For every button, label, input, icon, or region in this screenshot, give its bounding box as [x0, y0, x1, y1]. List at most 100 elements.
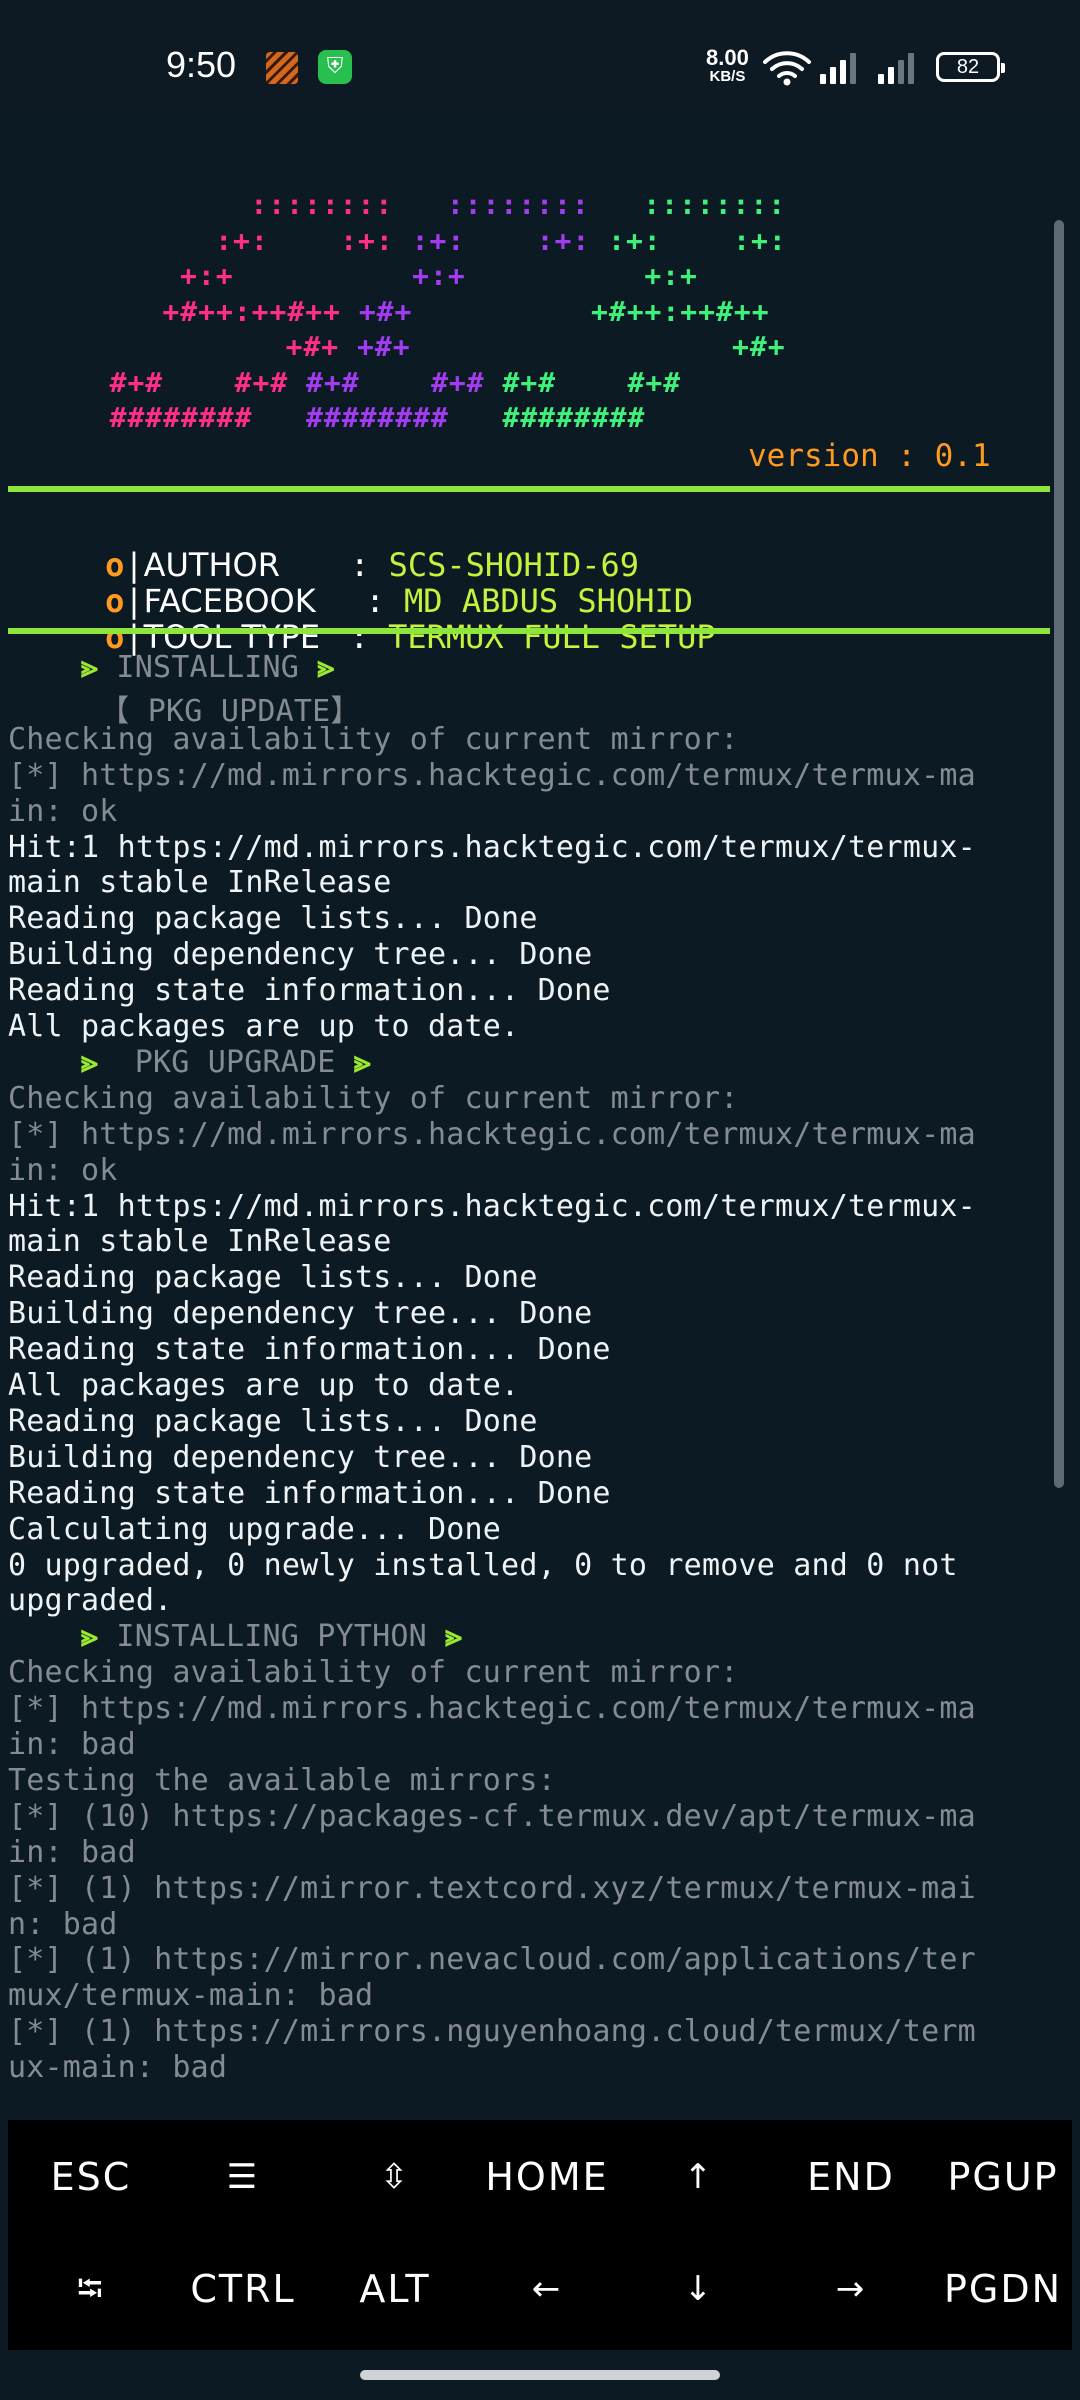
ascii-art-segment — [466, 259, 645, 292]
terminal-line: Reading package lists... Done — [8, 901, 538, 937]
ascii-art-segment: #+# — [306, 365, 360, 399]
ascii-art-segment: #+# — [109, 365, 164, 399]
ascii-art-segment — [556, 366, 627, 399]
extra-keys-bar: ESC ☰ ⇳ HOME ↑ END PGUP ⭾ CTRL ALT ← ↓ → PGDN — [8, 2120, 1072, 2350]
terminal-line: Checking availability of current mirror: — [8, 1655, 739, 1691]
terminal-line: Building dependency tree... Done — [8, 1439, 593, 1475]
ascii-art-segment — [288, 366, 306, 399]
menu-key[interactable]: ☰ — [168, 2122, 318, 2232]
ascii-art-segment — [412, 295, 591, 328]
ascii-art-row: :+: :+: :+: :+: :+: :+: — [215, 224, 787, 257]
ascii-art-row: +#+ +#+ +#+ — [286, 330, 786, 363]
ascii-art-segment: ######## — [109, 401, 253, 434]
terminal-line: Checking availability of current mirror: — [8, 1080, 739, 1116]
ascii-art-segment: +#+ — [285, 330, 340, 363]
terminal-line: All packages are up to date. — [8, 1009, 520, 1044]
pgup-key[interactable]: PGUP — [928, 2122, 1078, 2232]
terminal-line: n: bad — [8, 1906, 118, 1942]
ascii-art-row: #+# #+# #+# #+# #+# #+# — [110, 366, 682, 399]
divider-bottom — [8, 628, 1050, 634]
ascii-art-segment — [394, 224, 412, 257]
ascii-art-segment — [590, 188, 644, 221]
ascii-art-segment: #+# — [502, 365, 557, 399]
pgdn-key[interactable]: PGDN — [928, 2234, 1078, 2344]
ascii-art-segment: :::::::: — [643, 188, 787, 221]
tab-key[interactable]: ⭾ — [16, 2234, 166, 2344]
home-key[interactable]: HOME — [472, 2122, 622, 2232]
ascii-art-segment — [465, 224, 536, 257]
arrow-icon: ⪢ — [81, 1044, 99, 1080]
terminal-scrollbar[interactable] — [1054, 220, 1064, 1488]
battery-icon: 82 — [936, 52, 1005, 82]
terminal-line: main stable InRelease — [8, 865, 392, 901]
ascii-art-segment: #+# — [627, 365, 682, 399]
terminal-line: Checking availability of current mirror: — [8, 721, 739, 757]
ascii-art-segment: +#++:++#++ — [162, 294, 341, 328]
ascii-art-segment: +:+ — [644, 259, 698, 292]
ascii-art-segment — [341, 295, 359, 328]
arrow-left-key[interactable]: ← — [472, 2234, 622, 2344]
ascii-art-segment — [163, 366, 234, 399]
terminal-line: [*] (1) https://mirror.textcord.xyz/term… — [8, 1870, 976, 1906]
terminal-line: [*] (1) https://mirrors.nguyenhoang.clou… — [8, 2014, 976, 2050]
shield-app-icon: ⛨ — [318, 50, 352, 84]
terminal-line: in: bad — [8, 1727, 136, 1762]
end-key[interactable]: END — [776, 2122, 926, 2232]
ascii-art-row: +#++:++#++ +#+ +#++:++#++ — [162, 295, 769, 328]
terminal-line: Hit:1 https://md.mirrors.hacktegic.com/t… — [8, 1188, 976, 1224]
arrow-right-key[interactable]: → — [776, 2234, 926, 2344]
terminal-line: main stable InRelease — [8, 1224, 392, 1260]
ascii-art-segment: :+: — [411, 223, 466, 257]
arrow-down-key[interactable]: ↓ — [624, 2234, 774, 2344]
terminal-line: [*] (1) https://mirror.nevacloud.com/app… — [8, 1942, 976, 1978]
esc-key[interactable]: ESC — [16, 2122, 166, 2232]
arrow-icon: ⪢ — [81, 650, 99, 685]
terminal-line: Reading state information... Done — [8, 973, 611, 1009]
ascii-art-segment: :::::::: — [250, 188, 394, 221]
terminal-line: in: ok — [8, 793, 118, 829]
terminal-line: Reading package lists... Done — [8, 1260, 538, 1296]
ascii-art-segment: :+: — [733, 223, 787, 257]
network-speed-unit: KB/S — [709, 68, 746, 85]
terminal-line: ux-main: bad — [8, 2050, 228, 2086]
ascii-art-segment: ######## — [502, 401, 646, 434]
signal-icon-2 — [878, 52, 922, 84]
ascii-art-segment — [449, 401, 503, 434]
ascii-banner: :::::::: :::::::: :::::::::+: :+: :+: :+… — [0, 108, 1080, 488]
ascii-art-row: :::::::: :::::::: :::::::: — [250, 188, 786, 221]
ascii-art-segment — [411, 330, 732, 363]
terminal-line: mux/termux-main: bad — [8, 1978, 374, 2014]
network-speed-value: 8.00 — [706, 45, 749, 70]
ascii-art-segment — [269, 224, 340, 257]
section-heading: ⪢ INSTALLING ⪢ — [81, 650, 335, 685]
ctrl-key[interactable]: CTRL — [168, 2234, 318, 2344]
home-gesture-pill[interactable] — [360, 2370, 720, 2380]
terminal-line: Calculating upgrade... Done — [8, 1511, 502, 1547]
ascii-art-segment: :+: — [215, 223, 269, 257]
ascii-art-segment — [590, 224, 608, 257]
terminal-line: upgraded. — [8, 1583, 173, 1619]
ascii-art-segment: +#+ — [357, 330, 411, 363]
updown-key[interactable]: ⇳ — [320, 2122, 470, 2232]
terminal-view[interactable]: :::::::: :::::::: :::::::::+: :+: :+: :+… — [0, 108, 1080, 2120]
status-bar: 9:50 ⛨ 8.00 KB/S 82 — [0, 0, 1080, 108]
terminal-line: [*] https://md.mirrors.hacktegic.com/ter… — [8, 1691, 976, 1727]
striped-app-icon — [266, 52, 298, 84]
ascii-art-segment: +:+ — [180, 259, 234, 292]
terminal-line: Hit:1 https://md.mirrors.hacktegic.com/t… — [8, 829, 976, 865]
divider-top — [8, 486, 1050, 492]
ascii-art-segment — [234, 259, 413, 292]
terminal-line: 0 upgraded, 0 newly installed, 0 to remo… — [8, 1547, 958, 1583]
alt-key[interactable]: ALT — [320, 2234, 470, 2344]
ascii-art-segment: :+: — [340, 223, 394, 257]
terminal-line: [*] https://md.mirrors.hacktegic.com/ter… — [8, 1116, 976, 1152]
section-heading: ⪢ INSTALLING PYTHON ⪢ — [81, 1619, 463, 1655]
arrow-icon: ⪢ — [81, 1619, 99, 1655]
signal-icon — [820, 52, 860, 84]
ascii-art-segment: :+: — [536, 223, 591, 257]
arrow-up-key[interactable]: ↑ — [624, 2122, 774, 2232]
ascii-art-row: ######## ######## ######## — [110, 401, 646, 434]
ascii-art-segment: +#+ — [358, 294, 413, 328]
terminal-line: Reading state information... Done — [8, 1475, 611, 1511]
ascii-art-segment — [662, 224, 733, 257]
